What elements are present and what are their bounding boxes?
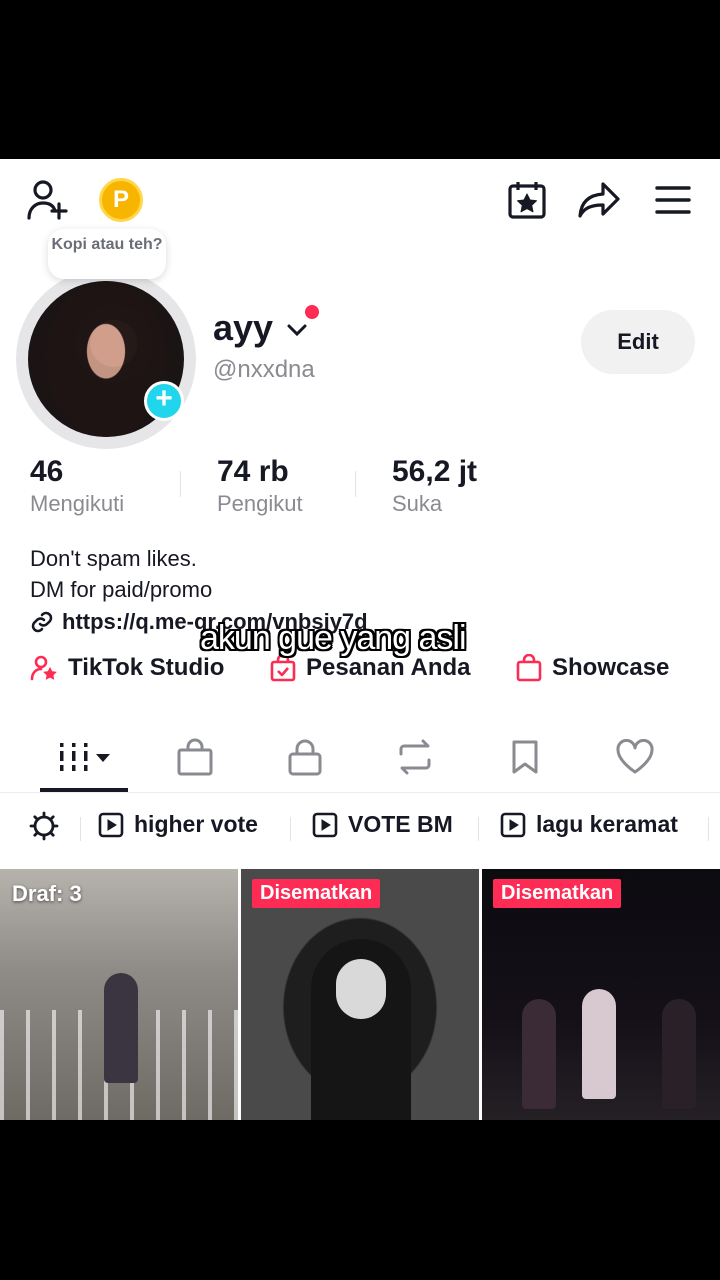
video-grid: Draf: 3 Disematkan Disematkan	[0, 869, 720, 1120]
stat-likes-label: Suka	[392, 491, 443, 516]
playlist-label: lagu keramat	[536, 811, 678, 837]
video-thumbnail[interactable]: Disematkan	[482, 869, 720, 1120]
stat-divider	[180, 471, 181, 497]
playlist-divider	[478, 817, 479, 841]
profile-name[interactable]: ayy	[213, 307, 273, 349]
orders-chip[interactable]: Pesanan Anda	[270, 654, 471, 682]
tab-shop-icon[interactable]	[173, 735, 217, 779]
tab-repost-icon[interactable]	[393, 735, 437, 779]
showcase-label: Showcase	[552, 654, 670, 681]
share-icon[interactable]	[576, 177, 622, 223]
menu-icon[interactable]	[650, 177, 696, 223]
thumbnail-figure	[522, 999, 556, 1109]
link-icon	[31, 611, 53, 633]
play-square-icon	[98, 812, 124, 837]
person-star-icon	[30, 655, 57, 681]
playlist-divider	[708, 817, 709, 841]
stat-likes[interactable]: 56,2 jt Suka	[392, 455, 477, 517]
stat-followers-value: 74 rb	[217, 455, 289, 488]
tab-saved-bookmark-icon[interactable]	[503, 735, 547, 779]
playlist-item[interactable]: lagu keramat	[500, 811, 678, 838]
add-story-icon[interactable]: +	[144, 381, 184, 421]
playlist-item[interactable]: VOTE BM	[312, 811, 453, 838]
thumbnail-figure	[104, 973, 138, 1083]
note-bubble[interactable]: Kopi atau teh?	[48, 229, 166, 279]
pinned-badge: Disematkan	[252, 879, 381, 908]
add-friend-icon[interactable]	[24, 177, 70, 223]
edit-profile-button[interactable]: Edit	[581, 310, 695, 374]
thumbnail-figure	[582, 989, 616, 1099]
top-bar: P	[0, 159, 720, 239]
orders-label: Pesanan Anda	[306, 654, 471, 681]
shopping-bag-icon	[516, 654, 542, 682]
profile-handle: @nxxdna	[213, 356, 315, 383]
coin-icon[interactable]: P	[99, 178, 143, 222]
showcase-chip[interactable]: Showcase	[516, 654, 669, 682]
tiktok-studio-chip[interactable]: TikTok Studio	[30, 654, 224, 682]
stat-divider	[355, 471, 356, 497]
profile-screen: P Kopi atau teh? + ayy @nxxdna Edit 46 M…	[0, 159, 720, 1120]
stat-following-label: Mengikuti	[30, 491, 125, 516]
video-thumbnail[interactable]: Disematkan	[241, 869, 479, 1120]
note-text: Kopi atau teh?	[51, 236, 163, 253]
playlist-divider	[290, 817, 291, 841]
playlist-item[interactable]: higher vote	[98, 811, 258, 838]
play-square-icon	[312, 812, 338, 837]
stat-following-value: 46	[30, 455, 64, 488]
tab-videos-grid-icon[interactable]	[58, 735, 116, 779]
video-thumbnail[interactable]: Draf: 3	[0, 869, 238, 1120]
stat-following[interactable]: 46 Mengikuti	[30, 455, 124, 517]
draft-badge: Draf: 3	[12, 881, 82, 906]
thumbnail-face	[336, 959, 386, 1019]
stat-likes-value: 56,2 jt	[392, 455, 478, 488]
bio-line: DM for paid/promo	[30, 577, 213, 602]
play-square-icon	[500, 812, 526, 837]
bio: Don't spam likes. DM for paid/promo	[30, 543, 212, 605]
video-caption: akun gue yang asli	[200, 619, 467, 657]
notification-dot	[305, 305, 319, 319]
playlists-row: higher vote VOTE BM lagu keramat	[0, 807, 720, 851]
active-tab-indicator	[40, 788, 128, 792]
stat-followers-label: Pengikut	[217, 491, 303, 516]
playlist-divider	[80, 817, 81, 841]
tab-liked-heart-icon[interactable]	[613, 735, 657, 779]
shopping-bag-check-icon	[270, 654, 296, 682]
bio-line: Don't spam likes.	[30, 546, 197, 571]
pinned-badge: Disematkan	[493, 879, 622, 908]
calendar-star-icon[interactable]	[504, 177, 550, 223]
thumbnail-figure	[662, 999, 696, 1109]
playlist-label: higher vote	[134, 811, 258, 837]
profile-shortcuts: TikTok Studio Pesanan Anda Showcase	[30, 654, 720, 688]
stat-followers[interactable]: 74 rb Pengikut	[217, 455, 303, 517]
playlist-settings-icon[interactable]	[29, 811, 69, 841]
chevron-down-icon[interactable]	[285, 317, 309, 346]
tiktok-studio-label: TikTok Studio	[68, 654, 225, 681]
content-tabs	[0, 719, 720, 793]
tab-private-lock-icon[interactable]	[283, 735, 327, 779]
playlist-label: VOTE BM	[348, 811, 453, 837]
